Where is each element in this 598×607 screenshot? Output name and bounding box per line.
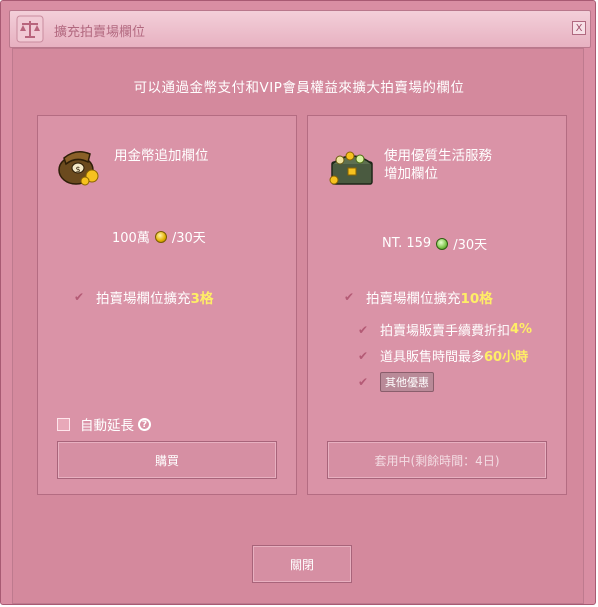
close-button[interactable]: 關閉 bbox=[252, 545, 352, 583]
premium-panel-title: 使用優質生活服務 增加欄位 bbox=[384, 147, 492, 183]
premium-title-line2: 增加欄位 bbox=[384, 166, 438, 182]
checkmark-icon: ✔ bbox=[358, 348, 369, 363]
gold-price-period: /30天 bbox=[171, 231, 206, 246]
auto-renew-label: 自動延長 bbox=[80, 418, 134, 434]
premium-feature-fee: ✔ 拍賣場販賣手續費折扣 4% bbox=[358, 320, 532, 339]
premium-service-panel: 使用優質生活服務 增加欄位 NT. 159 /30天 ✔ 拍賣場欄位擴充 10格… bbox=[307, 115, 567, 495]
feature-text: 拍賣場欄位擴充 bbox=[366, 291, 461, 307]
gold-price: 100萬 /30天 bbox=[112, 227, 206, 246]
auto-renew-checkbox[interactable] bbox=[57, 417, 70, 431]
gold-feature-slot: ✔ 拍賣場欄位擴充 3格 bbox=[74, 287, 213, 307]
premium-price-period: /30天 bbox=[453, 238, 488, 253]
help-icon[interactable]: ? bbox=[138, 417, 151, 431]
checkmark-icon: ✔ bbox=[358, 375, 369, 389]
window-title: 擴充拍賣場欄位 bbox=[54, 25, 146, 40]
gold-price-amount: 100萬 bbox=[112, 231, 150, 246]
auto-renew-option[interactable]: 自動延長 ? bbox=[57, 414, 151, 434]
buy-button[interactable]: 購買 bbox=[57, 441, 277, 479]
svg-text:$: $ bbox=[75, 165, 80, 174]
feature-value: 3格 bbox=[190, 291, 214, 307]
premium-feature-time: ✔ 道具販售時間最多 60小時 bbox=[358, 346, 529, 366]
scales-icon bbox=[16, 15, 44, 43]
feature-text: 拍賣場販賣手續費折扣 bbox=[380, 324, 511, 339]
premium-price: NT. 159 /30天 bbox=[382, 234, 487, 253]
checkmark-icon: ✔ bbox=[344, 290, 355, 304]
treasure-chest-icon bbox=[329, 151, 373, 185]
gold-coin-icon bbox=[154, 230, 167, 243]
money-bag-icon: $ bbox=[58, 151, 99, 186]
feature-text: 拍賣場欄位擴充 bbox=[96, 291, 191, 307]
feature-value: 4% bbox=[510, 322, 533, 337]
window-subtitle: 可以通過金幣支付和VIP會員權益來擴大拍賣場的欄位 bbox=[133, 80, 465, 96]
gold-expansion-panel: $ 用金幣追加欄位 100萬 /30天 ✔ 拍賣場欄位擴充 3格 bbox=[37, 115, 297, 495]
title-bar[interactable]: 擴充拍賣場欄位 X bbox=[9, 10, 591, 48]
gold-panel-title: 用金幣追加欄位 bbox=[114, 148, 209, 164]
feature-value: 10格 bbox=[460, 291, 493, 307]
premium-price-amount: NT. 159 bbox=[382, 236, 432, 251]
other-benefits-button[interactable]: 其他優惠 bbox=[380, 372, 434, 392]
checkmark-icon: ✔ bbox=[358, 322, 369, 337]
checkmark-icon: ✔ bbox=[74, 290, 85, 304]
close-icon[interactable]: X bbox=[572, 21, 586, 35]
premium-feature-other: ✔ 其他優惠 bbox=[358, 372, 434, 392]
feature-text: 道具販售時間最多 bbox=[380, 350, 485, 365]
green-coin-icon bbox=[436, 237, 449, 250]
feature-value: 60小時 bbox=[484, 350, 529, 365]
premium-title-line1: 使用優質生活服務 bbox=[384, 148, 492, 164]
status-button: 套用中(剩餘時間：4日) bbox=[327, 441, 547, 479]
premium-feature-slot: ✔ 拍賣場欄位擴充 10格 bbox=[344, 287, 493, 307]
